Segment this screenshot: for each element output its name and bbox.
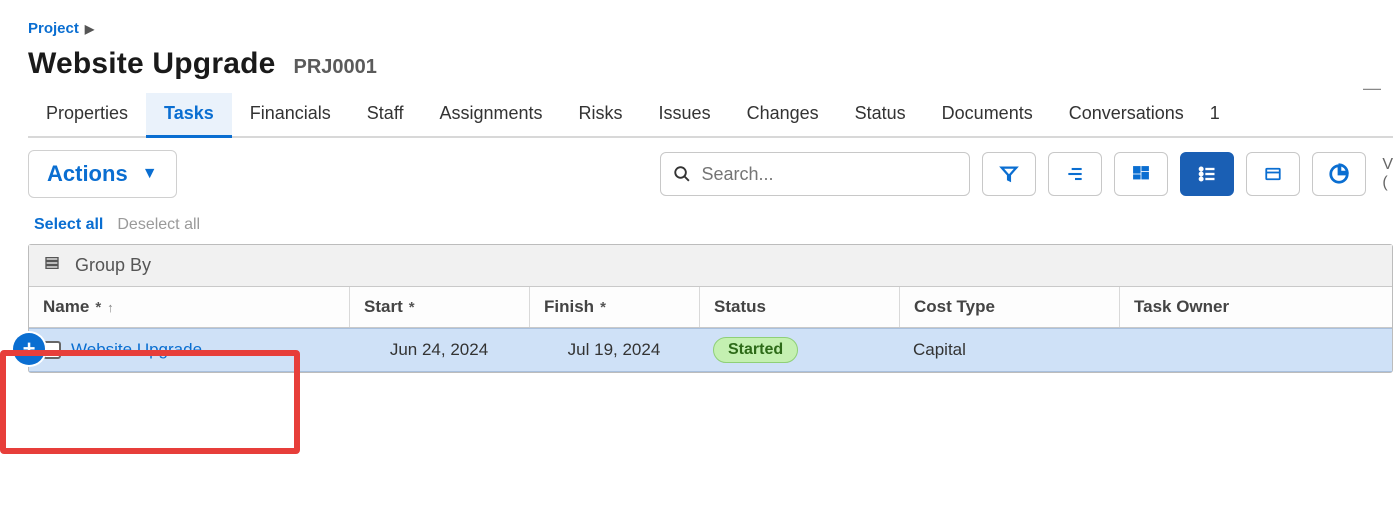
group-by-label: Group By [75, 255, 151, 276]
sort-button[interactable] [1048, 152, 1102, 196]
toolbar-overflow: V( [1378, 156, 1393, 192]
board-view-button[interactable] [1114, 152, 1168, 196]
toolbar: Actions ▼ V( [28, 138, 1393, 212]
search-icon [673, 164, 691, 184]
table-row[interactable]: Website Upgrade Jun 24, 2024 Jul 19, 202… [29, 328, 1392, 372]
actions-label: Actions [47, 161, 128, 187]
tab-tasks[interactable]: Tasks [146, 93, 232, 136]
tab-financials[interactable]: Financials [232, 93, 349, 136]
tab-issues[interactable]: Issues [641, 93, 729, 136]
col-header-finish[interactable]: Finish* [529, 287, 699, 327]
deselect-all-link[interactable]: Deselect all [117, 216, 200, 234]
breadcrumb-project[interactable]: Project [28, 20, 79, 37]
tab-conversations[interactable]: Conversations [1051, 93, 1202, 136]
page-title: Website Upgrade [28, 47, 276, 81]
cell-cost[interactable]: Capital [899, 340, 1119, 360]
select-all-link[interactable]: Select all [34, 216, 103, 234]
tab-assignments[interactable]: Assignments [422, 93, 561, 136]
cell-status[interactable]: Started [699, 337, 899, 363]
list-view-button[interactable] [1180, 152, 1234, 196]
col-header-cost[interactable]: Cost Type [899, 287, 1119, 327]
tab-staff[interactable]: Staff [349, 93, 422, 136]
task-name-link[interactable]: Website Upgrade [71, 340, 202, 360]
detail-view-button[interactable] [1246, 152, 1300, 196]
breadcrumb[interactable]: Project ▶ [28, 20, 1393, 37]
tab-changes[interactable]: Changes [729, 93, 837, 136]
tab-properties[interactable]: Properties [28, 93, 146, 136]
actions-button[interactable]: Actions ▼ [28, 150, 177, 198]
status-badge: Started [713, 337, 798, 363]
add-task-button[interactable]: + [13, 333, 45, 365]
cell-start[interactable]: Jun 24, 2024 [349, 340, 529, 360]
filter-button[interactable] [982, 152, 1036, 196]
group-by-icon [43, 255, 61, 276]
col-header-owner[interactable]: Task Owner [1119, 287, 1392, 327]
row-checkbox[interactable] [43, 341, 61, 359]
collapse-icon[interactable]: — [1363, 78, 1383, 99]
chevron-right-icon: ▶ [85, 22, 94, 36]
col-header-status[interactable]: Status [699, 287, 899, 327]
task-grid: + Group By Name*↑ Start* Finish* Status … [28, 244, 1393, 373]
search-input[interactable] [699, 163, 957, 186]
tab-overflow[interactable]: 1 [1202, 93, 1220, 136]
col-header-name[interactable]: Name*↑ [29, 287, 349, 327]
search-input-wrap[interactable] [660, 152, 970, 196]
col-header-start[interactable]: Start* [349, 287, 529, 327]
tab-bar: Properties Tasks Financials Staff Assign… [28, 93, 1393, 138]
chart-view-button[interactable] [1312, 152, 1366, 196]
cell-finish[interactable]: Jul 19, 2024 [529, 340, 699, 360]
group-by-row[interactable]: Group By [29, 245, 1392, 287]
tab-status[interactable]: Status [837, 93, 924, 136]
sort-asc-icon: ↑ [107, 300, 114, 315]
project-code: PRJ0001 [294, 56, 377, 79]
tab-risks[interactable]: Risks [561, 93, 641, 136]
tab-documents[interactable]: Documents [924, 93, 1051, 136]
column-headers: Name*↑ Start* Finish* Status Cost Type T… [29, 287, 1392, 328]
caret-down-icon: ▼ [142, 165, 158, 183]
